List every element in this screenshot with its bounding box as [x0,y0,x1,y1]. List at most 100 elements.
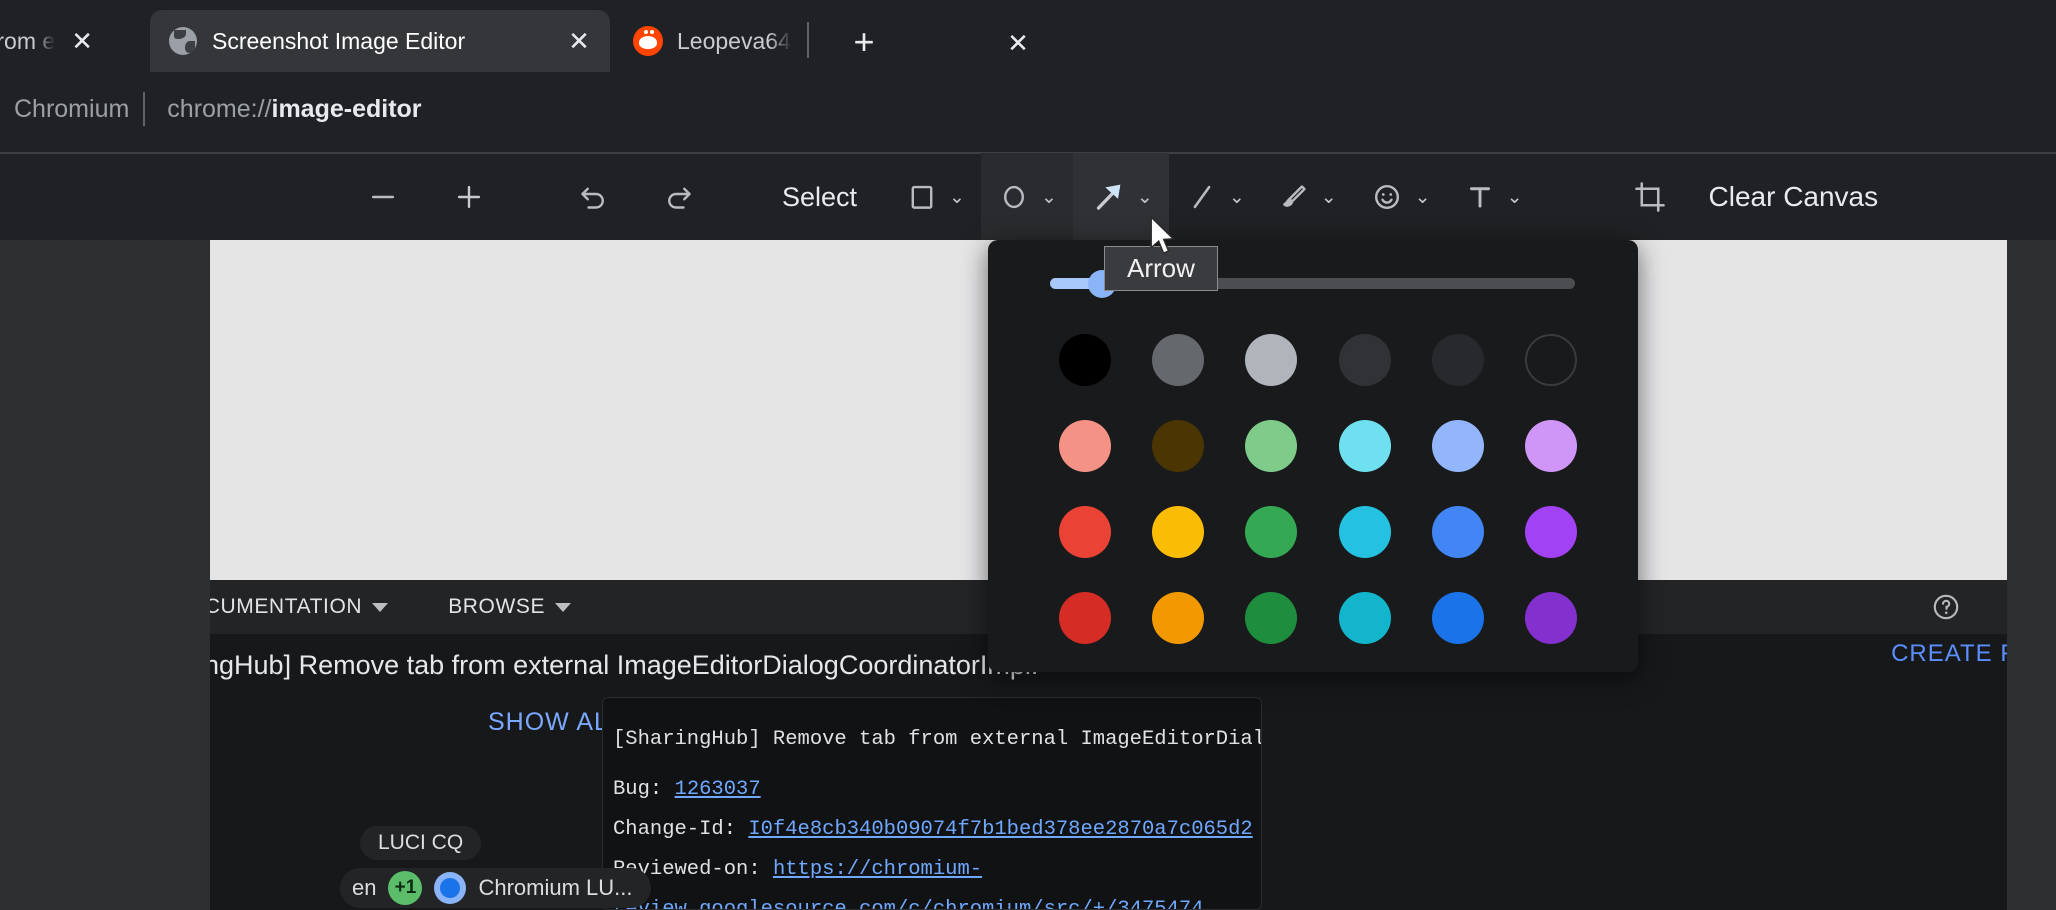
browser-tab-2[interactable]: Screenshot Image Editor ✕ [150,10,610,72]
swatch-cell [1411,498,1504,566]
tab-close-icon[interactable]: ✕ [1005,30,1031,56]
tool-rectangle[interactable]: ⌄ [889,153,981,241]
omnibox-row[interactable]: Chromium chrome://image-editor [0,72,2056,146]
minus-icon [366,180,400,214]
tab-close-icon[interactable]: ✕ [69,28,95,54]
create-fix-button[interactable]: CREATE F [1891,640,2007,668]
crop-icon [1632,179,1668,215]
color-swatch-teal[interactable] [1339,592,1391,644]
color-swatch-purple[interactable] [1525,506,1577,558]
luci-cq-label: LUCI CQ [378,831,463,855]
tool-emoji[interactable]: ⌄ [1353,153,1447,241]
chevron-down-icon[interactable]: ⌄ [1415,188,1431,207]
tool-arrow[interactable]: ⌄ [1073,153,1169,241]
color-swatch-red[interactable] [1059,506,1111,558]
browser-window: ab from e ✕ Screenshot Image Editor ✕ Le… [0,0,2056,910]
gerrit-nav-documentation[interactable]: DOCUMENTATION [210,595,388,619]
browser-tab-3[interactable]: Leopeva64-2 (u/Leopeva64-2) - R [615,10,810,72]
commit-title: [SharingHub] Remove tab from external Im… [613,720,1261,760]
color-swatch-black[interactable] [1059,334,1111,386]
color-swatch-salmon[interactable] [1059,420,1111,472]
swatch-cell [1411,584,1504,652]
color-swatch-darker-gray[interactable] [1432,334,1484,386]
color-swatch-light-blue[interactable] [1432,420,1484,472]
gerrit-nav-browse[interactable]: BROWSE [448,595,571,619]
swatch-cell [1318,326,1411,394]
tab-strip: ab from e ✕ Screenshot Image Editor ✕ Le… [0,0,2056,72]
avatar [434,872,466,904]
tool-line[interactable]: ⌄ [1169,153,1261,241]
line-icon [1185,180,1219,214]
bot-label: Chromium LU... [478,875,632,901]
swatch-cell [1505,326,1598,394]
reviewed-on-link-2[interactable]: review.googlesource.com/c/chromium/src/+… [613,890,1261,910]
color-swatch-light-purple[interactable] [1525,420,1577,472]
address-bar-url[interactable]: chrome://image-editor [145,95,421,124]
tooltip: Arrow [1104,246,1218,291]
editor-toolbar: Select ⌄ ⌄ ⌄ ⌄ [0,152,2056,240]
crop-button[interactable] [1619,153,1681,241]
color-swatch-dark-gray[interactable] [1339,334,1391,386]
reviewer-chip[interactable]: en +1 Chromium LU... [340,868,651,908]
color-swatch-yellow[interactable] [1152,506,1204,558]
reviewer-name-fragment: en [352,875,376,901]
color-swatch-orange[interactable] [1152,592,1204,644]
reddit-icon [633,26,663,56]
chevron-down-icon[interactable]: ⌄ [1041,188,1057,207]
color-swatch-grid [1038,326,1598,652]
redo-button[interactable] [648,153,710,241]
chevron-down-icon[interactable]: ⌄ [1507,188,1523,207]
color-swatch-green[interactable] [1245,506,1297,558]
color-swatch-dark-red[interactable] [1059,592,1111,644]
chevron-down-icon[interactable]: ⌄ [1229,188,1245,207]
change-subject: aringHub] Remove tab from external Image… [210,650,1038,681]
color-swatch-light-green[interactable] [1245,420,1297,472]
browser-tab-1[interactable]: ab from e ✕ [0,10,130,72]
brand-label: Chromium [10,95,143,124]
zoom-in-button[interactable] [438,153,500,241]
color-swatch-transparent[interactable] [1525,334,1577,386]
color-swatch-blue[interactable] [1432,506,1484,558]
tab-title: Leopeva64-2 (u/Leopeva64-2) - R [677,28,792,55]
tool-options-panel[interactable]: Arrow [988,240,1638,672]
zoom-out-button[interactable] [352,153,414,241]
color-swatch-light-gray[interactable] [1245,334,1297,386]
color-swatch-dark-green[interactable] [1245,592,1297,644]
color-swatch-dark-olive[interactable] [1152,420,1204,472]
arrow-icon [1089,178,1127,216]
reviewed-on-link-1[interactable]: https://chromium- [773,858,982,881]
swatch-cell [1505,498,1598,566]
commit-message-box: [SharingHub] Remove tab from external Im… [602,697,1262,910]
url-host: image-editor [272,95,422,123]
tool-ellipse[interactable]: ⌄ [981,153,1073,241]
help-circle-icon[interactable] [1927,588,1965,626]
undo-button[interactable] [562,153,624,241]
tool-highlighter[interactable]: ⌄ [1261,153,1353,241]
swatch-cell [1318,584,1411,652]
clear-canvas-button[interactable]: Clear Canvas [1681,153,1879,241]
url-scheme: chrome:// [167,95,271,123]
swatch-cell [1411,412,1504,480]
change-id-link[interactable]: I0f4e8cb340b09074f7b1bed378ee2870a7c065d… [748,818,1252,841]
tab-close-icon[interactable]: ✕ [566,28,592,54]
color-swatch-light-cyan[interactable] [1339,420,1391,472]
chevron-down-icon[interactable]: ⌄ [1137,188,1153,207]
chevron-down-icon[interactable]: ⌄ [949,188,965,207]
swatch-cell [1411,326,1504,394]
swatch-cell [1038,584,1131,652]
bug-link[interactable]: 1263037 [675,778,761,801]
swatch-cell [1038,498,1131,566]
luci-cq-chip[interactable]: LUCI CQ [360,826,481,860]
swatch-cell [1038,326,1131,394]
circle-icon [997,180,1031,214]
color-swatch-dark-blue[interactable] [1432,592,1484,644]
new-tab-button[interactable]: + [844,22,884,62]
swatch-cell [1131,412,1224,480]
color-swatch-cyan[interactable] [1339,506,1391,558]
chevron-down-icon[interactable]: ⌄ [1321,188,1337,207]
select-label[interactable]: Select [774,153,865,241]
color-swatch-gray[interactable] [1152,334,1204,386]
tool-text[interactable]: ⌄ [1447,153,1539,241]
smiley-icon [1369,179,1405,215]
color-swatch-dark-purple[interactable] [1525,592,1577,644]
